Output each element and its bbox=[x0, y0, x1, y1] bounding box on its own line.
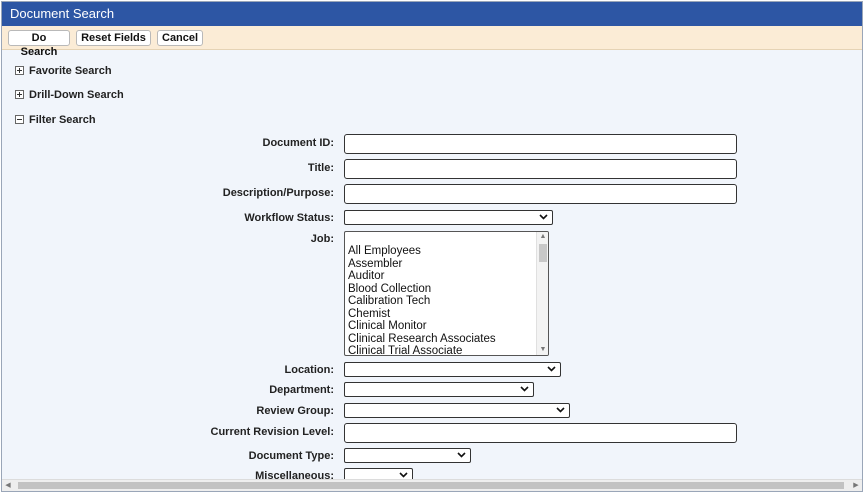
current-revision-label: Current Revision Level: bbox=[210, 426, 334, 438]
plus-box-icon bbox=[15, 90, 24, 99]
scroll-up-icon[interactable]: ▲ bbox=[537, 232, 548, 242]
title-label: Title: bbox=[307, 162, 334, 174]
job-option[interactable]: Clinical Monitor bbox=[348, 320, 427, 332]
job-option[interactable]: Clinical Trial Associate bbox=[348, 345, 462, 355]
job-option[interactable]: Calibration Tech bbox=[348, 295, 430, 307]
favorite-search-label: Favorite Search bbox=[29, 65, 112, 77]
window-title: Document Search bbox=[2, 2, 862, 26]
chevron-down-icon bbox=[457, 452, 466, 458]
review-group-label: Review Group: bbox=[256, 405, 334, 417]
document-id-input[interactable] bbox=[344, 134, 737, 154]
horizontal-scroll-thumb[interactable] bbox=[18, 482, 844, 489]
job-option[interactable]: All Employees bbox=[348, 245, 421, 257]
filter-search-toggle[interactable]: Filter Search bbox=[15, 113, 96, 127]
job-option[interactable]: Clinical Research Associates bbox=[348, 333, 496, 345]
chevron-down-icon bbox=[539, 214, 548, 220]
chevron-down-icon bbox=[399, 472, 408, 478]
review-group-select[interactable] bbox=[344, 403, 570, 418]
plus-box-icon bbox=[15, 66, 24, 75]
filter-search-label: Filter Search bbox=[29, 114, 96, 126]
job-listbox[interactable]: All Employees Assembler Auditor Blood Co… bbox=[344, 231, 549, 356]
horizontal-scrollbar[interactable]: ◀ ▶ bbox=[2, 479, 862, 491]
toolbar: Do Search Reset Fields Cancel bbox=[2, 26, 862, 58]
cancel-button[interactable]: Cancel bbox=[157, 30, 203, 46]
location-label: Location: bbox=[284, 364, 335, 376]
chevron-down-icon bbox=[520, 386, 529, 392]
reset-fields-button[interactable]: Reset Fields bbox=[76, 30, 151, 46]
chevron-down-icon bbox=[547, 366, 556, 372]
workflow-status-label: Workflow Status: bbox=[244, 212, 334, 224]
job-label: Job: bbox=[310, 233, 334, 245]
title-input[interactable] bbox=[344, 159, 737, 179]
description-input[interactable] bbox=[344, 184, 737, 204]
drilldown-search-toggle[interactable]: Drill-Down Search bbox=[15, 88, 124, 102]
department-label: Department: bbox=[269, 384, 334, 396]
description-label: Description/Purpose: bbox=[222, 187, 334, 199]
minus-box-icon bbox=[15, 115, 24, 124]
location-select[interactable] bbox=[344, 362, 561, 377]
favorite-search-toggle[interactable]: Favorite Search bbox=[15, 64, 112, 78]
document-type-label: Document Type: bbox=[248, 450, 334, 462]
scroll-thumb[interactable] bbox=[539, 244, 547, 262]
scroll-right-icon[interactable]: ▶ bbox=[850, 480, 862, 491]
document-search-window: Document Search Do Search Reset Fields C… bbox=[1, 1, 863, 492]
department-select[interactable] bbox=[344, 382, 534, 397]
job-option[interactable]: Assembler bbox=[348, 258, 402, 270]
current-revision-input[interactable] bbox=[344, 423, 737, 443]
document-id-label: Document ID: bbox=[262, 137, 335, 149]
scroll-left-icon[interactable]: ◀ bbox=[2, 480, 14, 491]
scroll-down-icon[interactable]: ▼ bbox=[537, 345, 548, 355]
job-option[interactable]: Blood Collection bbox=[348, 283, 431, 295]
job-option[interactable]: Auditor bbox=[348, 270, 384, 282]
chevron-down-icon bbox=[556, 407, 565, 413]
workflow-status-select[interactable] bbox=[344, 210, 553, 225]
job-listbox-scrollbar[interactable]: ▲ ▼ bbox=[536, 232, 548, 355]
do-search-button[interactable]: Do Search bbox=[8, 30, 70, 58]
drilldown-search-label: Drill-Down Search bbox=[29, 89, 124, 101]
document-type-select[interactable] bbox=[344, 448, 471, 463]
job-option[interactable]: Chemist bbox=[348, 308, 390, 320]
